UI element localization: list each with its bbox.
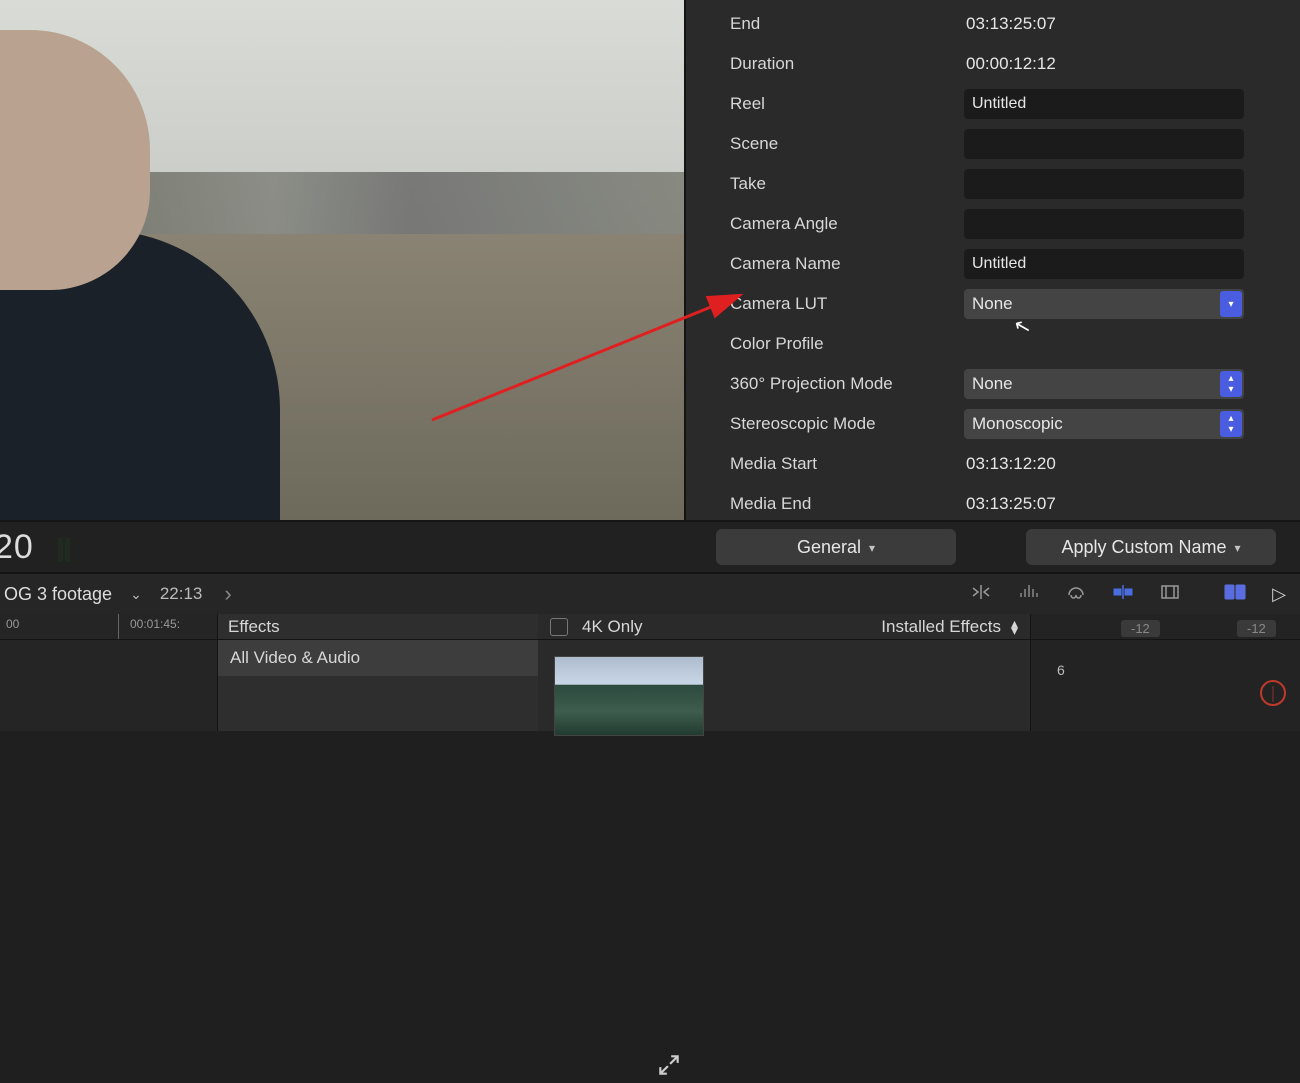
- effects-sidebar: Effects All Video & Audio: [218, 614, 538, 731]
- timeline-ruler[interactable]: 00 00:01:45:: [0, 614, 217, 640]
- row-media-end: Media End 03:13:25:07: [686, 484, 1300, 524]
- scene-input[interactable]: [964, 129, 1244, 159]
- timecode-display[interactable]: 20: [0, 528, 34, 567]
- audio-meter-icon: [58, 532, 88, 562]
- effects-heading: Effects: [218, 614, 538, 640]
- take-input[interactable]: [964, 169, 1244, 199]
- viewer-image: [0, 0, 684, 520]
- effects-browser: 4K Only Installed Effects ▴▾: [538, 614, 1030, 731]
- history-forward-icon[interactable]: ›: [220, 581, 235, 607]
- skimming-icon[interactable]: [970, 583, 992, 606]
- project-bar: OG 3 footage ⌄ 22:13 › ▷: [0, 572, 1300, 614]
- camera-name-input[interactable]: Untitled: [964, 249, 1244, 279]
- apply-custom-name-button[interactable]: Apply Custom Name: [1026, 529, 1276, 565]
- chevron-updown-icon: [1220, 411, 1242, 437]
- record-indicator-icon[interactable]: ｜: [1260, 680, 1286, 706]
- row-end: End 03:13:25:07: [686, 4, 1300, 44]
- viewer-panel: [0, 0, 684, 520]
- 4k-only-checkbox[interactable]: [550, 618, 568, 636]
- general-button[interactable]: General: [716, 529, 956, 565]
- row-scene: Scene: [686, 124, 1300, 164]
- row-camera-name: Camera Name Untitled: [686, 244, 1300, 284]
- row-media-start: Media Start 03:13:12:20: [686, 444, 1300, 484]
- row-stereo: Stereoscopic Mode Monoscopic: [686, 404, 1300, 444]
- toolbar-icons: ▷: [970, 582, 1286, 607]
- camera-angle-input[interactable]: [964, 209, 1244, 239]
- chevron-updown-icon: [1220, 371, 1242, 397]
- audio-meters-panel: -12 -12 6 ｜: [1030, 614, 1300, 731]
- stereo-dropdown[interactable]: Monoscopic: [964, 409, 1244, 439]
- timeline-index-icon[interactable]: [1224, 583, 1246, 606]
- 4k-only-label: 4K Only: [582, 617, 642, 637]
- db-label-right: -12: [1237, 620, 1276, 637]
- row-projection: 360° Projection Mode None: [686, 364, 1300, 404]
- fullscreen-icon[interactable]: [656, 1052, 682, 1078]
- inspector-panel: End 03:13:25:07 Duration 00:00:12:12 Ree…: [684, 0, 1300, 520]
- project-disclosure-icon[interactable]: ⌄: [130, 586, 142, 603]
- effect-thumbnail[interactable]: [554, 656, 704, 736]
- ruler-column: 00 00:01:45:: [0, 614, 218, 731]
- reel-input[interactable]: Untitled: [964, 89, 1244, 119]
- chevron-down-icon: [1220, 291, 1242, 317]
- audio-scale-6: 6: [1057, 662, 1065, 678]
- row-duration: Duration 00:00:12:12: [686, 44, 1300, 84]
- audio-skimming-icon[interactable]: [1018, 583, 1040, 606]
- row-camera-lut: Camera LUT None: [686, 284, 1300, 324]
- row-take: Take: [686, 164, 1300, 204]
- play-icon[interactable]: ▷: [1272, 584, 1286, 605]
- row-reel: Reel Untitled: [686, 84, 1300, 124]
- project-name[interactable]: OG 3 footage: [4, 584, 112, 605]
- db-label-left: -12: [1121, 620, 1160, 637]
- row-camera-angle: Camera Angle: [686, 204, 1300, 244]
- bottom-area: 00 00:01:45: Effects All Video & Audio 4…: [0, 614, 1300, 731]
- project-duration: 22:13: [160, 584, 203, 604]
- snapping-icon[interactable]: [1112, 583, 1134, 606]
- clip-appearance-icon[interactable]: [1160, 583, 1180, 606]
- row-color-profile: Color Profile: [686, 324, 1300, 364]
- camera-lut-dropdown[interactable]: None: [964, 289, 1244, 319]
- installed-effects-dropdown[interactable]: Installed Effects: [881, 617, 1001, 637]
- effects-category-all[interactable]: All Video & Audio: [218, 640, 538, 676]
- control-bar: 20 General Apply Custom Name: [0, 520, 1300, 572]
- solo-icon[interactable]: [1066, 582, 1086, 607]
- projection-dropdown[interactable]: None: [964, 369, 1244, 399]
- sort-updown-icon[interactable]: ▴▾: [1011, 620, 1018, 634]
